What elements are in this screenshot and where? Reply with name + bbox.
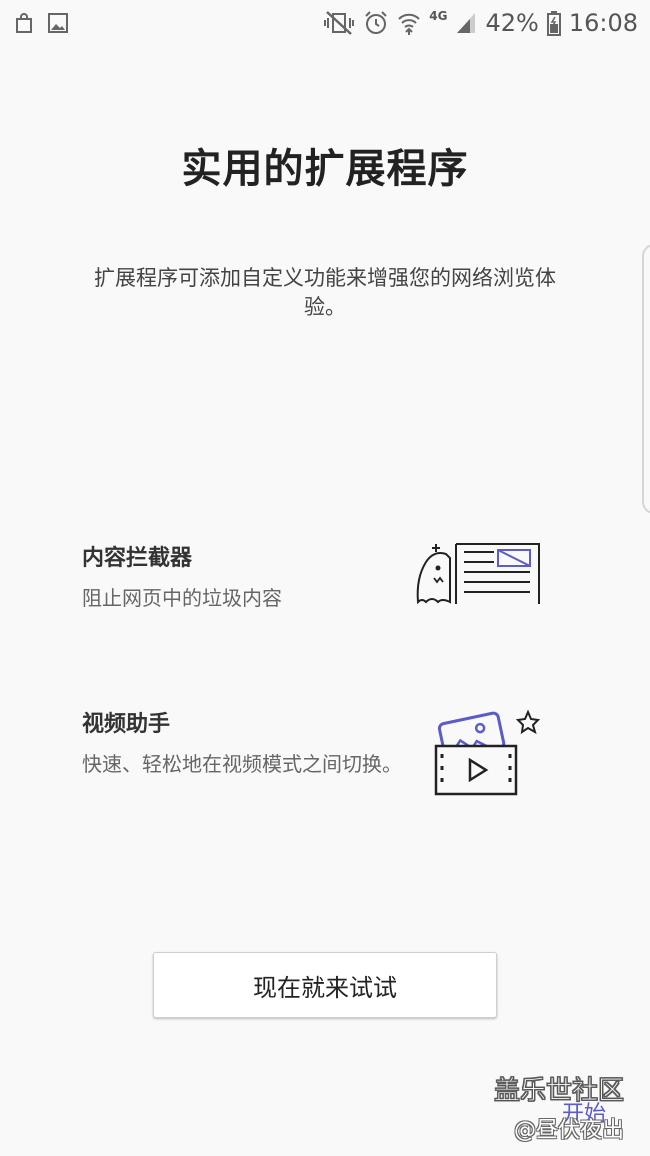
feature-content-blocker: 内容拦截器 阻止网页中的垃圾内容 bbox=[82, 540, 402, 612]
page-subtitle: 扩展程序可添加自定义功能来增强您的网络浏览体验。 bbox=[94, 266, 556, 319]
page-title: 实用的扩展程序 bbox=[181, 146, 469, 192]
status-bar-right: 4G 42% 16:08 bbox=[323, 9, 638, 37]
shopping-bag-icon bbox=[12, 11, 36, 35]
alarm-icon bbox=[363, 10, 389, 36]
signal-icon bbox=[455, 11, 477, 35]
feature-video-assistant: 视频助手 快速、轻松地在视频模式之间切换。 bbox=[82, 706, 402, 778]
status-bar-left bbox=[12, 11, 70, 35]
edge-panel-handle[interactable] bbox=[642, 244, 650, 514]
feature-title: 内容拦截器 bbox=[82, 546, 193, 571]
video-assistant-illustration bbox=[432, 708, 552, 804]
watermark-author: @昼伏夜出 bbox=[514, 1118, 625, 1143]
gallery-icon bbox=[46, 11, 70, 35]
feature-description: 快速、轻松地在视频模式之间切换。 bbox=[82, 752, 402, 776]
battery-percent: 42% bbox=[485, 9, 539, 37]
clock: 16:08 bbox=[568, 9, 638, 37]
content-blocker-illustration bbox=[412, 538, 542, 612]
feature-description: 阻止网页中的垃圾内容 bbox=[82, 586, 282, 610]
battery-icon bbox=[546, 10, 561, 36]
status-bar: 4G 42% 16:08 bbox=[0, 0, 650, 46]
wifi-icon bbox=[397, 10, 421, 36]
feature-title: 视频助手 bbox=[82, 712, 171, 737]
mute-vibrate-icon bbox=[323, 10, 355, 36]
try-now-button[interactable]: 现在就来试试 bbox=[153, 952, 497, 1018]
network-type-label: 4G bbox=[429, 9, 448, 23]
